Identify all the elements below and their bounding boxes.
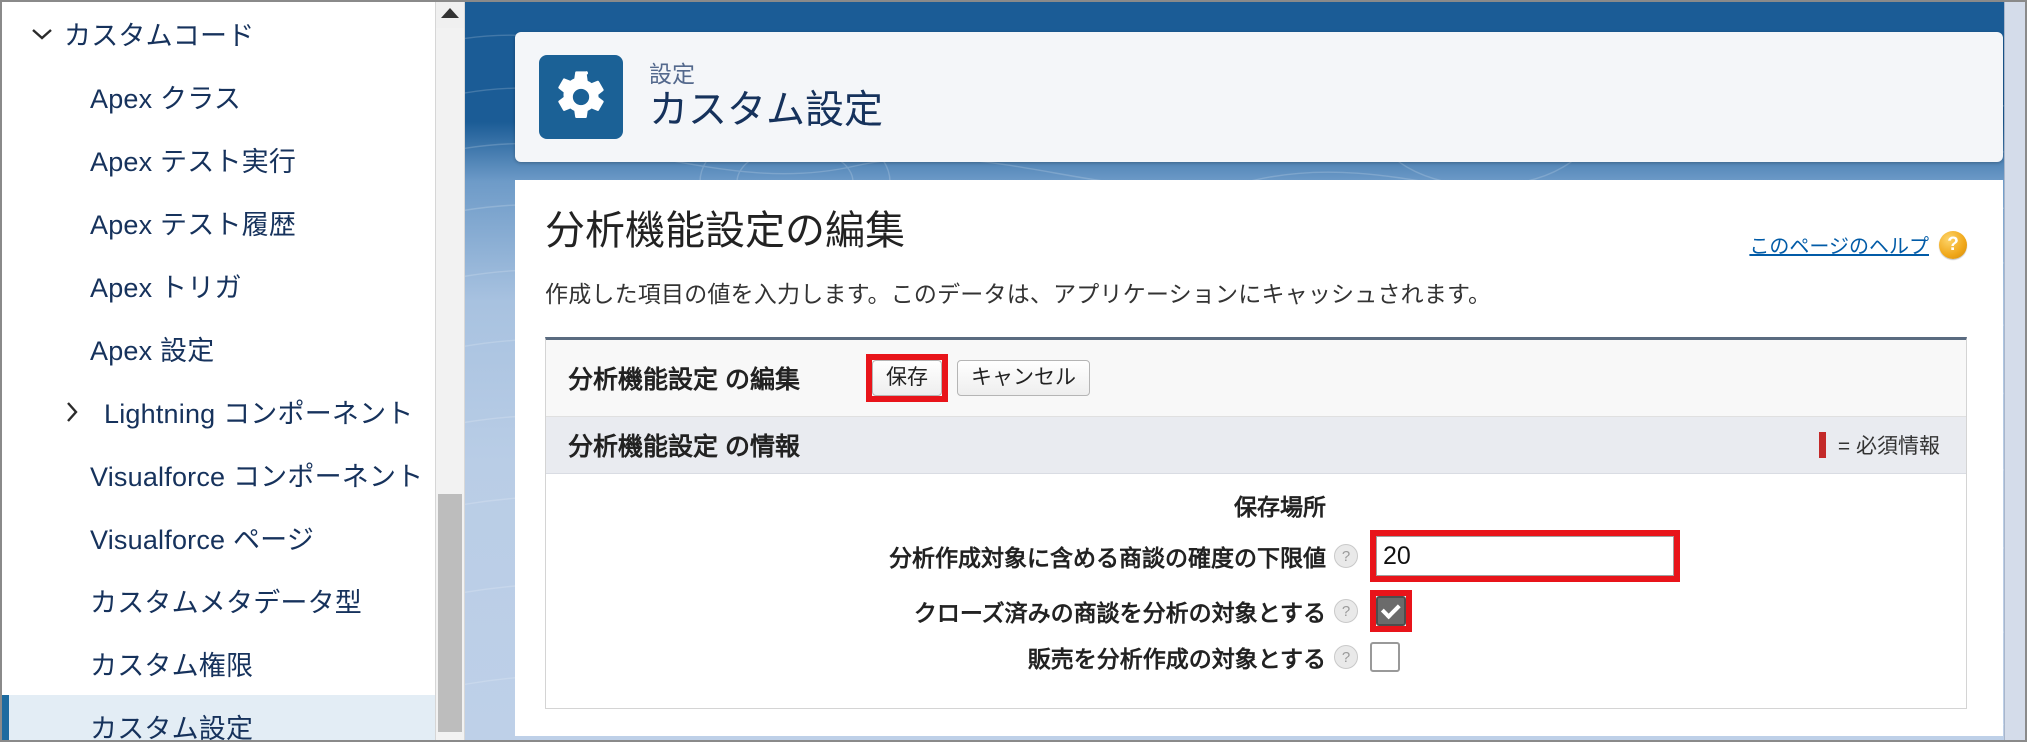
- setup-sidebar: カスタムコード Apex クラス Apex テスト実行 Apex テスト履歴 Apex …: [2, 2, 465, 740]
- threshold-field-label: 分析作成対象に含める商談の確度の下限値: [889, 545, 1326, 571]
- form-action-buttons: 保存 キャンセル: [865, 353, 1090, 403]
- sidebar-item-label: Lightning コンポーネント: [104, 399, 414, 429]
- form-section-title: 分析機能設定 の編集: [568, 366, 800, 394]
- threshold-input[interactable]: [1376, 536, 1674, 576]
- sidebar-item-label: Visualforce コンポーネント: [90, 462, 424, 492]
- content-scrollbar[interactable]: [2004, 2, 2025, 740]
- gear-icon: [539, 55, 623, 139]
- setup-header-card: 設定 カスタム設定: [515, 32, 2003, 162]
- browser-window: カスタムコード Apex クラス Apex テスト実行 Apex テスト履歴 Apex …: [0, 0, 2027, 742]
- help-dot-icon[interactable]: ?: [1334, 544, 1358, 568]
- sidebar-item-4[interactable]: Apex トリガ: [2, 254, 464, 317]
- cancel-button[interactable]: キャンセル: [956, 359, 1090, 397]
- sales-analysis-label: 販売を分析作成の対象とする: [1027, 646, 1326, 672]
- required-legend: = 必須情報: [1818, 430, 1940, 460]
- form-info-row: 分析機能設定 の情報 = 必須情報: [546, 417, 1966, 474]
- sidebar-item-8[interactable]: Visualforce ページ: [2, 506, 464, 569]
- sidebar-item-label: カスタム権限: [90, 651, 254, 681]
- sidebar-scroll-thumb[interactable]: [438, 494, 462, 732]
- sidebar-scrollbar[interactable]: [435, 2, 464, 740]
- closed-opportunity-annotation: [1370, 590, 1412, 632]
- main-panel: 分析機能設定の編集 このページのヘルプ ? 作成した項目の値を入力します。このデ…: [515, 180, 2003, 736]
- sidebar-item-11[interactable]: カスタム設定: [2, 695, 464, 740]
- required-marker-icon: [1818, 432, 1826, 458]
- sales-analysis-checkbox[interactable]: [1370, 642, 1400, 672]
- sidebar-item-label: Visualforce ページ: [90, 525, 315, 555]
- threshold-field-row: 分析作成対象に含める商談の確度の下限値 ?: [546, 530, 1966, 582]
- question-mark-icon[interactable]: ?: [1939, 230, 1967, 259]
- storage-location-row: 保存場所: [546, 488, 1966, 522]
- required-legend-label: = 必須情報: [1837, 435, 1940, 458]
- sidebar-item-10[interactable]: カスタム権限: [2, 632, 464, 695]
- sidebar-item-label: Apex トリガ: [90, 273, 242, 303]
- sidebar-item-2[interactable]: Apex テスト実行: [2, 128, 464, 191]
- page-surface: 設定 カスタム設定 分析機能設定の編集 このページのヘルプ ? 作成した項目の値…: [495, 2, 2003, 740]
- sidebar-item-3[interactable]: Apex テスト履歴: [2, 191, 464, 254]
- chevron-right-icon[interactable]: [54, 401, 90, 423]
- sidebar-item-label: Apex 設定: [90, 336, 215, 366]
- sidebar-item-label: カスタムコード: [64, 21, 255, 51]
- header-eyebrow: 設定: [649, 61, 695, 88]
- page-heading-row: 分析機能設定の編集 このページのヘルプ ?: [515, 180, 2003, 259]
- edit-page-heading: 分析機能設定の編集: [545, 209, 905, 253]
- sidebar-item-7[interactable]: Visualforce コンポーネント: [2, 443, 464, 506]
- chevron-down-icon[interactable]: [24, 27, 60, 41]
- edit-form-panel: 分析機能設定 の編集 保存 キャンセル 分析機能設定 の情報 = 必須情報 保存…: [545, 337, 1967, 709]
- threshold-input-annotation: [1370, 530, 1680, 582]
- save-button[interactable]: 保存: [871, 359, 942, 397]
- save-button-annotation: 保存: [865, 353, 948, 403]
- sidebar-item-label: カスタム設定: [90, 714, 254, 740]
- storage-location-label: 保存場所: [1234, 494, 1326, 520]
- page-title: カスタム設定: [649, 88, 884, 132]
- sales-analysis-row: 販売を分析作成の対象とする ?: [546, 640, 1966, 674]
- sidebar-item-label: Apex クラス: [90, 84, 242, 114]
- sidebar-item-5[interactable]: Apex 設定: [2, 317, 464, 380]
- sidebar-item-1[interactable]: Apex クラス: [2, 65, 464, 128]
- page-description: 作成した項目の値を入力します。このデータは、アプリケーションにキャッシュされます…: [545, 281, 1492, 307]
- help-dot-icon[interactable]: ?: [1334, 599, 1358, 623]
- page-help-link[interactable]: このページのヘルプ: [1749, 230, 1929, 259]
- closed-opportunity-row: クローズ済みの商談を分析の対象とする ?: [546, 590, 1966, 632]
- help-dot-icon[interactable]: ?: [1334, 645, 1358, 669]
- closed-opportunity-checkbox[interactable]: [1376, 596, 1406, 626]
- sidebar-item-label: カスタムメタデータ型: [90, 588, 362, 618]
- sales-analysis-control: [1370, 642, 1400, 672]
- sidebar-item-9[interactable]: カスタムメタデータ型: [2, 569, 464, 632]
- form-info-title: 分析機能設定 の情報: [568, 433, 800, 461]
- scroll-up-button[interactable]: [436, 2, 464, 28]
- sidebar-item-label: Apex テスト履歴: [90, 210, 297, 240]
- setup-nav-list: カスタムコード Apex クラス Apex テスト実行 Apex テスト履歴 Apex …: [2, 2, 464, 740]
- caret-up-icon: [440, 6, 460, 24]
- header-text-block: 設定 カスタム設定: [649, 61, 883, 132]
- help-link-group[interactable]: このページのヘルプ ?: [1749, 230, 1967, 259]
- content-area: 設定 カスタム設定 分析機能設定の編集 このページのヘルプ ? 作成した項目の値…: [465, 2, 2025, 740]
- form-button-row: 分析機能設定 の編集 保存 キャンセル: [546, 340, 1966, 417]
- sidebar-item-6[interactable]: Lightning コンポーネント: [2, 380, 464, 443]
- sidebar-item-label: Apex テスト実行: [90, 147, 297, 177]
- threshold-field-control: [1370, 530, 1680, 582]
- sidebar-item-0[interactable]: カスタムコード: [2, 2, 464, 65]
- closed-opportunity-label: クローズ済みの商談を分析の対象とする: [913, 600, 1326, 626]
- form-fields: 保存場所 分析作成対象に含める商談の確度の下限値 ? 20 クローズ済みの商談を…: [546, 474, 1966, 708]
- closed-opportunity-control: [1370, 590, 1412, 632]
